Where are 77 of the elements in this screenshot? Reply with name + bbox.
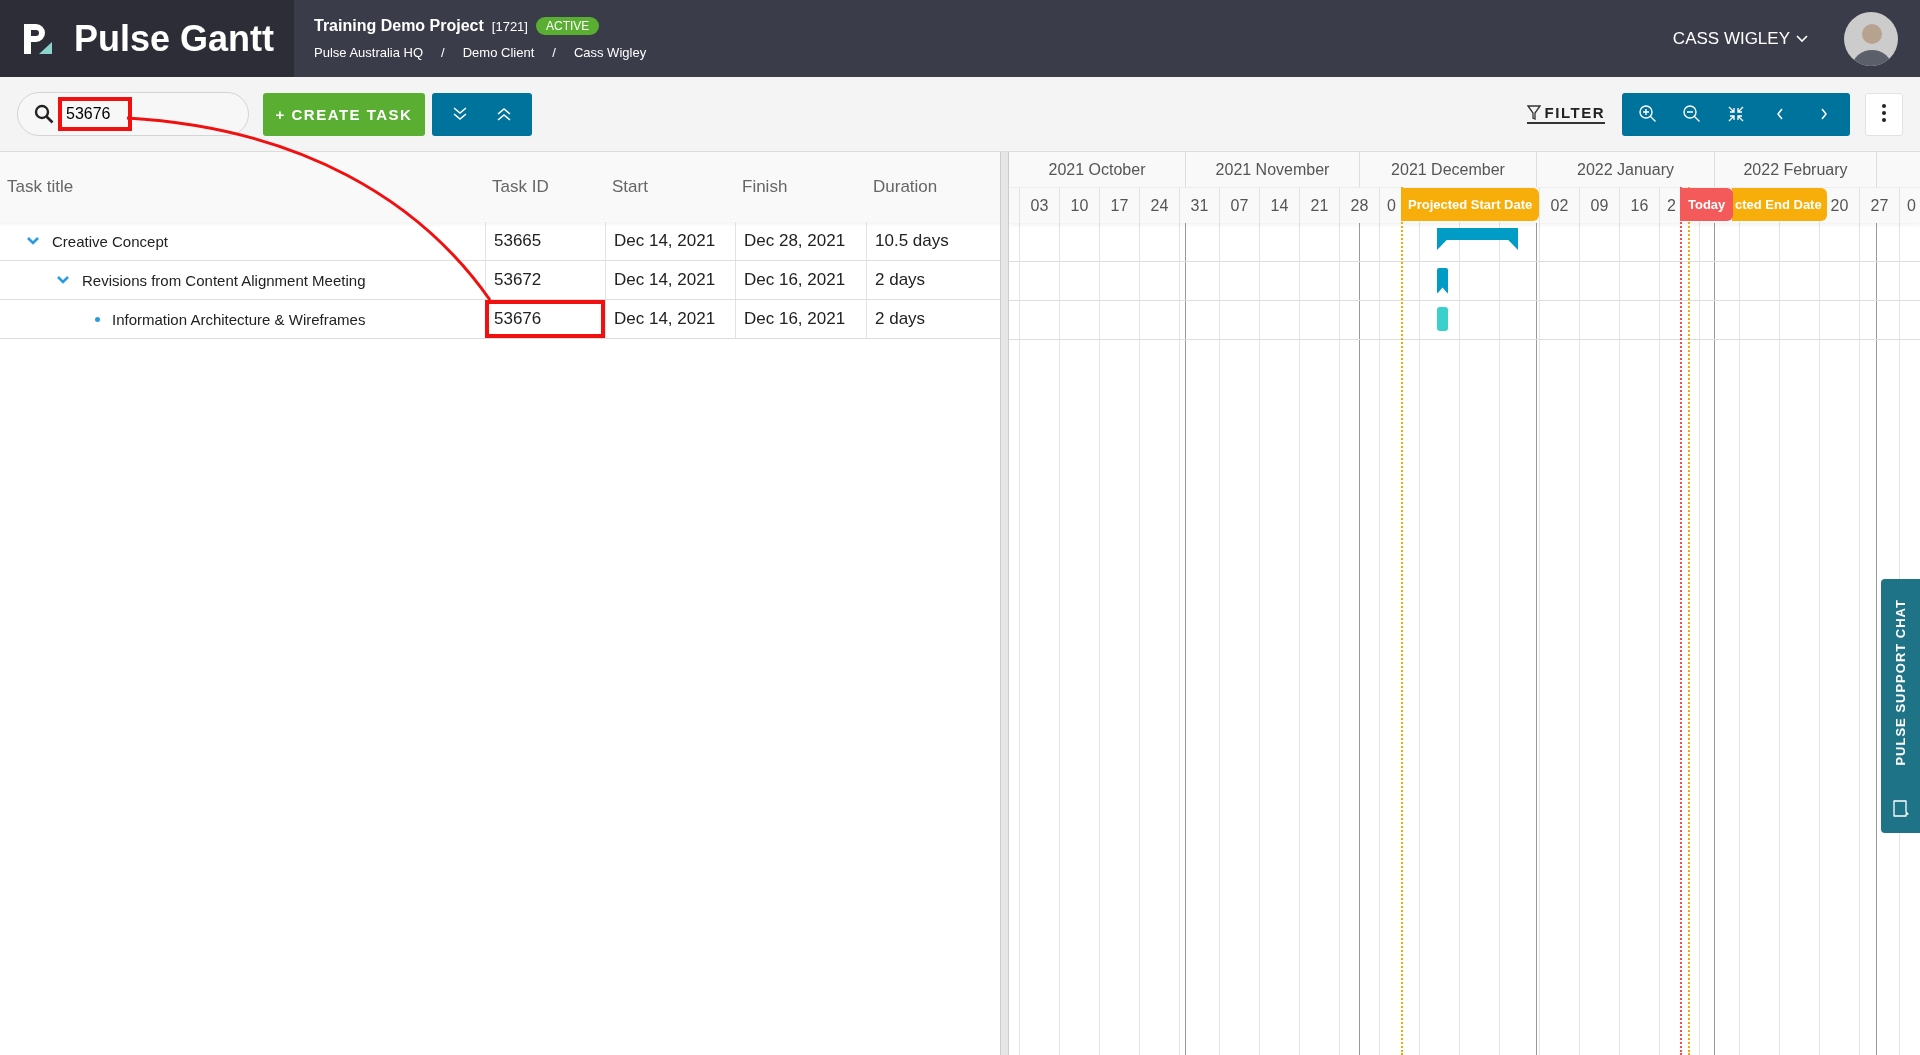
task-title[interactable]: Creative Concept <box>52 232 168 250</box>
breadcrumb-separator: / <box>552 45 556 60</box>
status-badge: ACTIVE <box>535 17 600 35</box>
task-id: 53665 <box>485 222 605 260</box>
chevron-icon[interactable] <box>26 236 40 246</box>
column-header: Duration <box>872 177 939 197</box>
finish-date: Dec 16, 2021 <box>735 261 866 299</box>
week-header: 10 <box>1070 196 1089 215</box>
start-date: Dec 14, 2021 <box>605 222 735 260</box>
column-header: Finish <box>741 177 789 197</box>
task-id: 53672 <box>485 261 605 299</box>
week-header: 31 <box>1190 196 1209 215</box>
user-menu[interactable]: CASS WIGLEY <box>1666 27 1814 50</box>
column-header: Task ID <box>491 177 550 197</box>
chevron-left-icon <box>1775 107 1785 121</box>
app-name: Pulse Gantt <box>74 17 275 60</box>
collapse-arrows-icon <box>1727 105 1745 123</box>
month-header: 2022 January <box>1537 152 1715 187</box>
search-icon <box>34 104 54 124</box>
breadcrumb-link[interactable]: Pulse Australia HQ <box>314 45 424 60</box>
search-bar[interactable]: 53676 <box>17 92 249 136</box>
week-header: 02 <box>1550 196 1569 215</box>
week-header: 0 <box>1387 196 1396 215</box>
week-header: 21 <box>1310 196 1329 215</box>
double-chevron-up-icon <box>495 106 513 122</box>
more-options-button[interactable] <box>1865 92 1903 136</box>
start-date: Dec 14, 2021 <box>605 300 735 338</box>
month-header: 2021 December <box>1360 152 1537 187</box>
bullet-icon <box>95 316 100 322</box>
start-date: Dec 14, 2021 <box>605 261 735 299</box>
project-title: Training Demo Project <box>314 17 484 35</box>
month-header: 2022 February <box>1715 152 1877 187</box>
week-header: 09 <box>1590 196 1609 215</box>
finish-date: Dec 16, 2021 <box>735 300 866 338</box>
date-marker-label: cted End Date <box>1732 188 1827 221</box>
zoom-in-icon <box>1638 104 1658 124</box>
breadcrumb-link[interactable]: Demo Client <box>462 45 535 60</box>
finish-date: Dec 28, 2021 <box>735 222 866 260</box>
week-header: 14 <box>1270 196 1289 215</box>
date-marker-label: Projected Start Date <box>1401 188 1540 221</box>
double-chevron-down-icon <box>451 106 469 122</box>
week-header: 07 <box>1230 196 1249 215</box>
month-header: 2021 November <box>1186 152 1360 187</box>
week-header: 0 <box>1907 196 1916 215</box>
chevron-right-icon <box>1819 107 1829 121</box>
chevron-down-icon <box>1796 34 1808 43</box>
month-header: 2021 October <box>1009 152 1186 187</box>
chat-bubble-icon <box>1890 799 1911 819</box>
kebab-menu-icon <box>1881 102 1887 123</box>
task-bar[interactable] <box>1437 268 1448 294</box>
date-marker-label: Today <box>1680 188 1734 221</box>
logo-icon <box>22 21 52 56</box>
week-header: 28 <box>1350 196 1369 215</box>
splitter-handle[interactable] <box>1000 152 1009 1055</box>
project-number: [1721] <box>491 18 528 34</box>
summary-bar[interactable] <box>1437 228 1518 250</box>
zoom-out-icon <box>1682 104 1702 124</box>
search-input[interactable]: 53676 <box>58 97 132 131</box>
week-header: 03 <box>1030 196 1049 215</box>
week-header: 16 <box>1630 196 1649 215</box>
avatar[interactable] <box>1844 11 1898 66</box>
filter-button[interactable]: FILTER <box>1526 104 1605 124</box>
filter-icon <box>1526 104 1541 121</box>
task-title[interactable]: Information Architecture & Wireframes <box>112 310 366 328</box>
column-header: Start <box>611 177 649 197</box>
breadcrumb-link[interactable]: Cass Wigley <box>573 45 647 60</box>
chevron-icon[interactable] <box>56 275 70 285</box>
task-id: 53676 <box>485 300 605 338</box>
week-header: 17 <box>1110 196 1129 215</box>
breadcrumb-separator: / <box>441 45 445 60</box>
support-chat-tab[interactable]: PULSE SUPPORT CHAT <box>1881 579 1920 833</box>
task-title[interactable]: Revisions from Content Alignment Meeting <box>82 271 366 289</box>
week-header: 24 <box>1150 196 1169 215</box>
column-header: Task title <box>6 177 75 197</box>
week-header: 2 <box>1667 196 1676 215</box>
week-header: 20 <box>1830 196 1849 215</box>
week-header: 27 <box>1870 196 1889 215</box>
